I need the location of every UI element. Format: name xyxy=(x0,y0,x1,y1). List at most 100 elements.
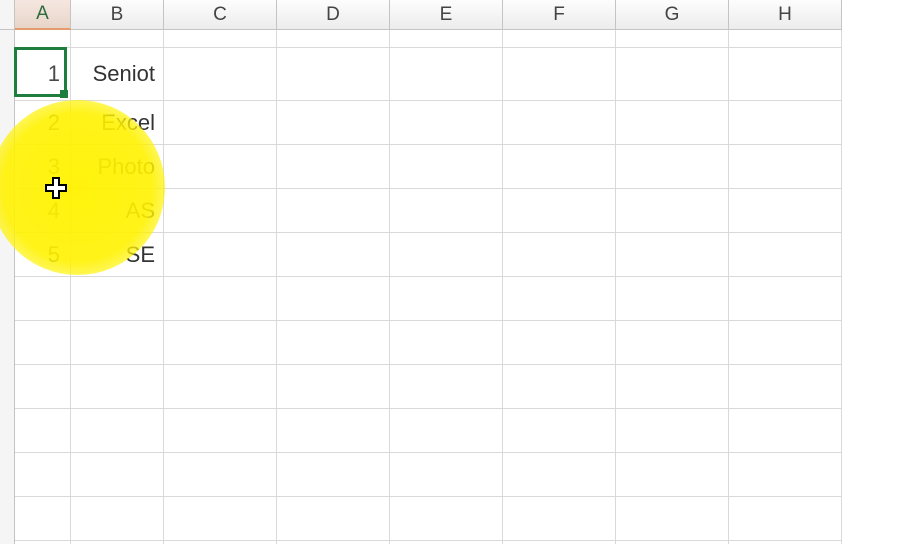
cell-F[interactable] xyxy=(503,497,616,541)
cell-C-3[interactable] xyxy=(164,145,277,189)
cell-B-5[interactable]: SE xyxy=(71,233,164,277)
cell-D[interactable] xyxy=(277,277,390,321)
cell-D-2[interactable] xyxy=(277,101,390,145)
cell-C-2[interactable] xyxy=(164,101,277,145)
cell-C-1[interactable] xyxy=(164,48,277,101)
cell-E[interactable] xyxy=(390,321,503,365)
cell-G[interactable] xyxy=(616,277,729,321)
cell-C[interactable] xyxy=(164,453,277,497)
cell-D[interactable] xyxy=(277,453,390,497)
cell-H[interactable] xyxy=(729,277,842,321)
cell-B[interactable] xyxy=(71,497,164,541)
cell-C[interactable] xyxy=(164,321,277,365)
column-header-F[interactable]: F xyxy=(503,0,616,30)
cell-D-1[interactable] xyxy=(277,48,390,101)
cell[interactable] xyxy=(277,30,390,48)
cell-B[interactable] xyxy=(71,277,164,321)
cell-H[interactable] xyxy=(729,321,842,365)
grid-body[interactable]: 1Seniot2Excel3Photo4AS5SE xyxy=(0,30,920,544)
cell-G[interactable] xyxy=(616,497,729,541)
cell[interactable] xyxy=(390,30,503,48)
cell-C[interactable] xyxy=(164,365,277,409)
cell[interactable] xyxy=(164,30,277,48)
cell-B-2[interactable]: Excel xyxy=(71,101,164,145)
cell-B[interactable] xyxy=(71,365,164,409)
cell-H[interactable] xyxy=(729,497,842,541)
cell-E[interactable] xyxy=(390,365,503,409)
cell-A[interactable] xyxy=(15,497,71,541)
select-all-corner[interactable] xyxy=(0,0,15,30)
cell-F-3[interactable] xyxy=(503,145,616,189)
cell-D-5[interactable] xyxy=(277,233,390,277)
column-header-E[interactable]: E xyxy=(390,0,503,30)
cell-D[interactable] xyxy=(277,409,390,453)
column-header-H[interactable]: H xyxy=(729,0,842,30)
cell-B-4[interactable]: AS xyxy=(71,189,164,233)
column-header-D[interactable]: D xyxy=(277,0,390,30)
cell-E[interactable] xyxy=(390,497,503,541)
cell-F[interactable] xyxy=(503,453,616,497)
column-header-A[interactable]: A xyxy=(15,0,71,30)
cell-F-4[interactable] xyxy=(503,189,616,233)
cell-A[interactable] xyxy=(15,321,71,365)
cell-D[interactable] xyxy=(277,497,390,541)
cell-A[interactable] xyxy=(15,365,71,409)
cell-H[interactable] xyxy=(729,409,842,453)
cell-A[interactable] xyxy=(15,453,71,497)
cell-B[interactable] xyxy=(71,409,164,453)
cell-E[interactable] xyxy=(390,453,503,497)
cell-F[interactable] xyxy=(503,365,616,409)
column-header-G[interactable]: G xyxy=(616,0,729,30)
cell[interactable] xyxy=(15,30,71,48)
cell-E[interactable] xyxy=(390,277,503,321)
cell-G[interactable] xyxy=(616,453,729,497)
cell-H-3[interactable] xyxy=(729,145,842,189)
cell-F[interactable] xyxy=(503,277,616,321)
cell-E-3[interactable] xyxy=(390,145,503,189)
cell[interactable] xyxy=(616,30,729,48)
cell-E-4[interactable] xyxy=(390,189,503,233)
cell-F[interactable] xyxy=(503,321,616,365)
cell-G-2[interactable] xyxy=(616,101,729,145)
cell-E-2[interactable] xyxy=(390,101,503,145)
cell-F-2[interactable] xyxy=(503,101,616,145)
cell-H[interactable] xyxy=(729,365,842,409)
cell-H[interactable] xyxy=(729,453,842,497)
cell-D-4[interactable] xyxy=(277,189,390,233)
cell-A-3[interactable]: 3 xyxy=(15,145,71,189)
cell-H-1[interactable] xyxy=(729,48,842,101)
cell-H-4[interactable] xyxy=(729,189,842,233)
cell-C[interactable] xyxy=(164,497,277,541)
cell-E[interactable] xyxy=(390,409,503,453)
column-header-B[interactable]: B xyxy=(71,0,164,30)
cell-B-1[interactable]: Seniot xyxy=(71,48,164,101)
cell-C[interactable] xyxy=(164,409,277,453)
cell[interactable] xyxy=(729,30,842,48)
cell-F-5[interactable] xyxy=(503,233,616,277)
cell-G[interactable] xyxy=(616,365,729,409)
cell-C-5[interactable] xyxy=(164,233,277,277)
cell-B-3[interactable]: Photo xyxy=(71,145,164,189)
cell-A-1[interactable]: 1 xyxy=(15,48,71,101)
cell-G[interactable] xyxy=(616,409,729,453)
cell-B[interactable] xyxy=(71,321,164,365)
cell-D[interactable] xyxy=(277,365,390,409)
cell-G-4[interactable] xyxy=(616,189,729,233)
cell-D-3[interactable] xyxy=(277,145,390,189)
cell-H-5[interactable] xyxy=(729,233,842,277)
cell-A-2[interactable]: 2 xyxy=(15,101,71,145)
cell[interactable] xyxy=(503,30,616,48)
cell-D[interactable] xyxy=(277,321,390,365)
cell-G-3[interactable] xyxy=(616,145,729,189)
cell-C[interactable] xyxy=(164,277,277,321)
cell-E-1[interactable] xyxy=(390,48,503,101)
cell-A[interactable] xyxy=(15,277,71,321)
cell-B[interactable] xyxy=(71,453,164,497)
cell-G-5[interactable] xyxy=(616,233,729,277)
cell-A-4[interactable]: 4 xyxy=(15,189,71,233)
cell-F-1[interactable] xyxy=(503,48,616,101)
cell-A[interactable] xyxy=(15,409,71,453)
cell-G[interactable] xyxy=(616,321,729,365)
cell-H-2[interactable] xyxy=(729,101,842,145)
cell[interactable] xyxy=(71,30,164,48)
